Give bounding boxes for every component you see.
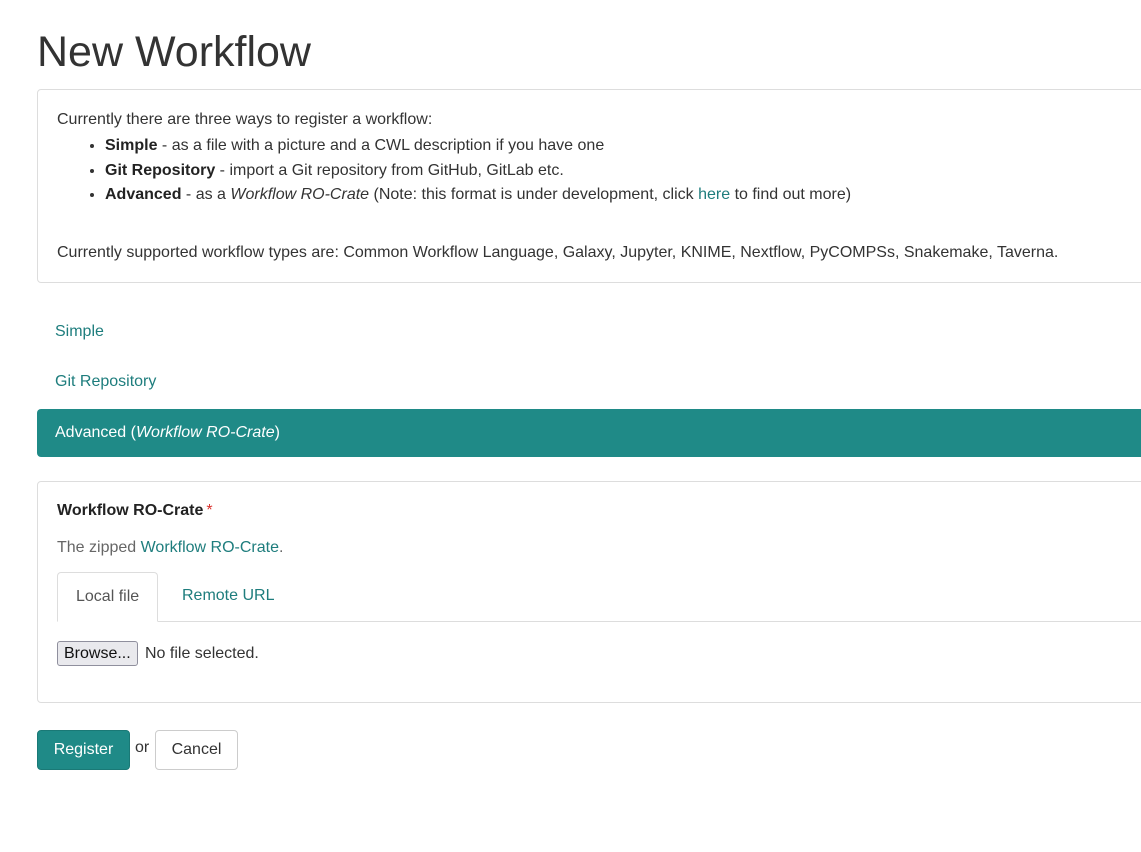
register-button[interactable]: Register [37,730,130,770]
nav-item-label: Advanced ( [55,424,136,441]
tab-remote-url[interactable]: Remote URL [164,572,292,622]
tab-local-file[interactable]: Local file [57,572,159,622]
option-description-emphasis: Workflow RO-Crate [230,186,370,203]
help-text: . [279,539,284,556]
nav-item-label-emphasis: Workflow RO-Crate [135,424,275,441]
list-item-simple: Simple - as a file with a picture and a … [105,134,851,159]
option-description: - as a file with a picture and a CWL des… [157,137,605,154]
required-indicator: * [206,502,213,519]
registration-options-list: Simple - as a file with a picture and a … [87,134,851,208]
option-name: Simple [105,137,158,154]
nav-item-label: ) [274,424,280,441]
page-title: New Workflow [37,28,311,76]
cancel-button[interactable]: Cancel [155,730,238,770]
nav-item-advanced[interactable]: Advanced (Workflow RO-Crate) [37,409,1141,457]
page: New Workflow Currently there are three w… [0,0,1141,852]
ro-crate-link[interactable]: Workflow RO-Crate [141,539,279,556]
info-panel: Currently there are three ways to regist… [37,89,1141,283]
option-description: - as a [181,186,231,203]
field-help-text: The zipped Workflow RO-Crate. [57,539,283,557]
option-description: - import a Git repository from GitHub, G… [215,161,564,179]
option-name: Advanced [105,186,182,203]
option-description: to find out more) [730,186,852,203]
option-description: (Note: this format is under development,… [369,186,699,203]
field-label-text: Workflow RO-Crate [57,502,204,519]
help-text: The zipped [57,539,141,556]
field-label: Workflow RO-Crate * [57,502,213,520]
or-separator: or [135,739,150,756]
browse-button[interactable]: Browse... [57,641,138,666]
option-name: Git Repository [105,161,216,179]
nav-item-simple[interactable]: Simple [37,308,1141,356]
list-item-advanced: Advanced - as a Workflow RO-Crate (Note:… [105,183,851,208]
nav-item-git-repository[interactable]: Git Repository [37,358,1141,406]
here-link[interactable]: here [698,186,730,203]
list-item-git-repository: Git Repository - import a Git repository… [105,159,851,184]
info-intro: Currently there are three ways to regist… [57,111,433,128]
file-status-text: No file selected. [145,645,259,662]
ro-crate-form-panel: Workflow RO-Crate * The zipped Workflow R… [37,481,1141,703]
supported-types-text: Currently supported workflow types are: … [57,244,1059,261]
